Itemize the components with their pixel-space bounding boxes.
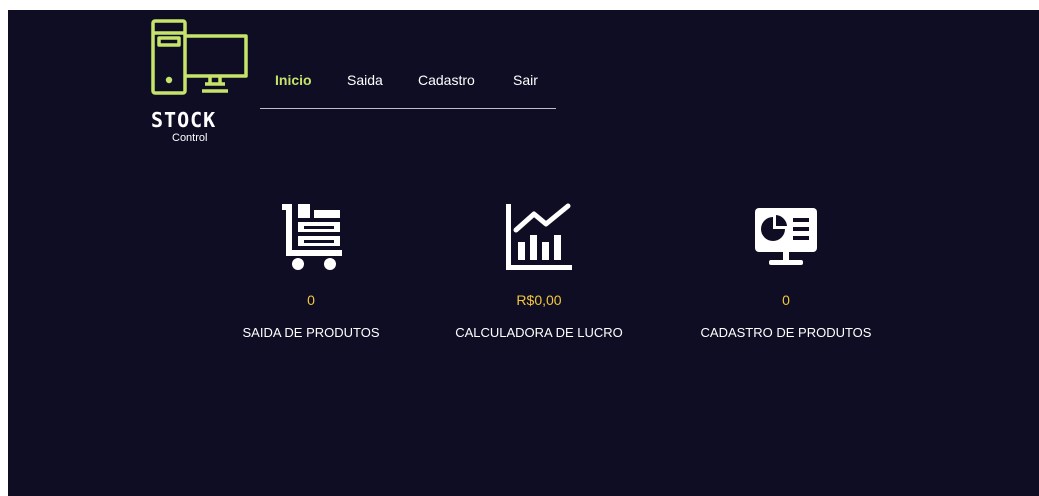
logo-title: STOCK (151, 108, 217, 132)
nav-item-saida[interactable]: Saida (347, 72, 383, 88)
card-saida-produtos[interactable]: 0 SAIDA DE PRODUTOS (191, 202, 431, 352)
nav-item-inicio[interactable]: Inicio (275, 72, 312, 88)
computer-tower-monitor-icon (151, 19, 248, 95)
lucro-value: R$0,00 (516, 292, 562, 308)
cadastro-count: 0 (782, 292, 790, 308)
card-calculadora-lucro[interactable]: R$0,00 CALCULADORA DE LUCRO (419, 202, 659, 352)
lucro-label: CALCULADORA DE LUCRO (455, 325, 623, 340)
logo-subtitle: Control (172, 132, 208, 144)
saida-count: 0 (307, 292, 315, 308)
card-cadastro-produtos[interactable]: 0 CADASTRO DE PRODUTOS (666, 202, 906, 352)
presentation-pie-chart-icon (755, 208, 817, 265)
cadastro-label: CADASTRO DE PRODUTOS (700, 325, 872, 340)
logo[interactable]: STOCK Control (150, 18, 256, 148)
main-nav: Inicio Saida Cadastro Sair (260, 62, 556, 109)
bar-chart-trend-icon (506, 203, 572, 270)
app-frame: STOCK Control Inicio Saida Cadastro Sair (8, 10, 1039, 496)
saida-label: SAIDA DE PRODUTOS (242, 325, 380, 340)
cart-boxes-icon (282, 204, 342, 270)
nav-item-cadastro[interactable]: Cadastro (418, 72, 475, 88)
nav-item-sair[interactable]: Sair (513, 72, 538, 88)
